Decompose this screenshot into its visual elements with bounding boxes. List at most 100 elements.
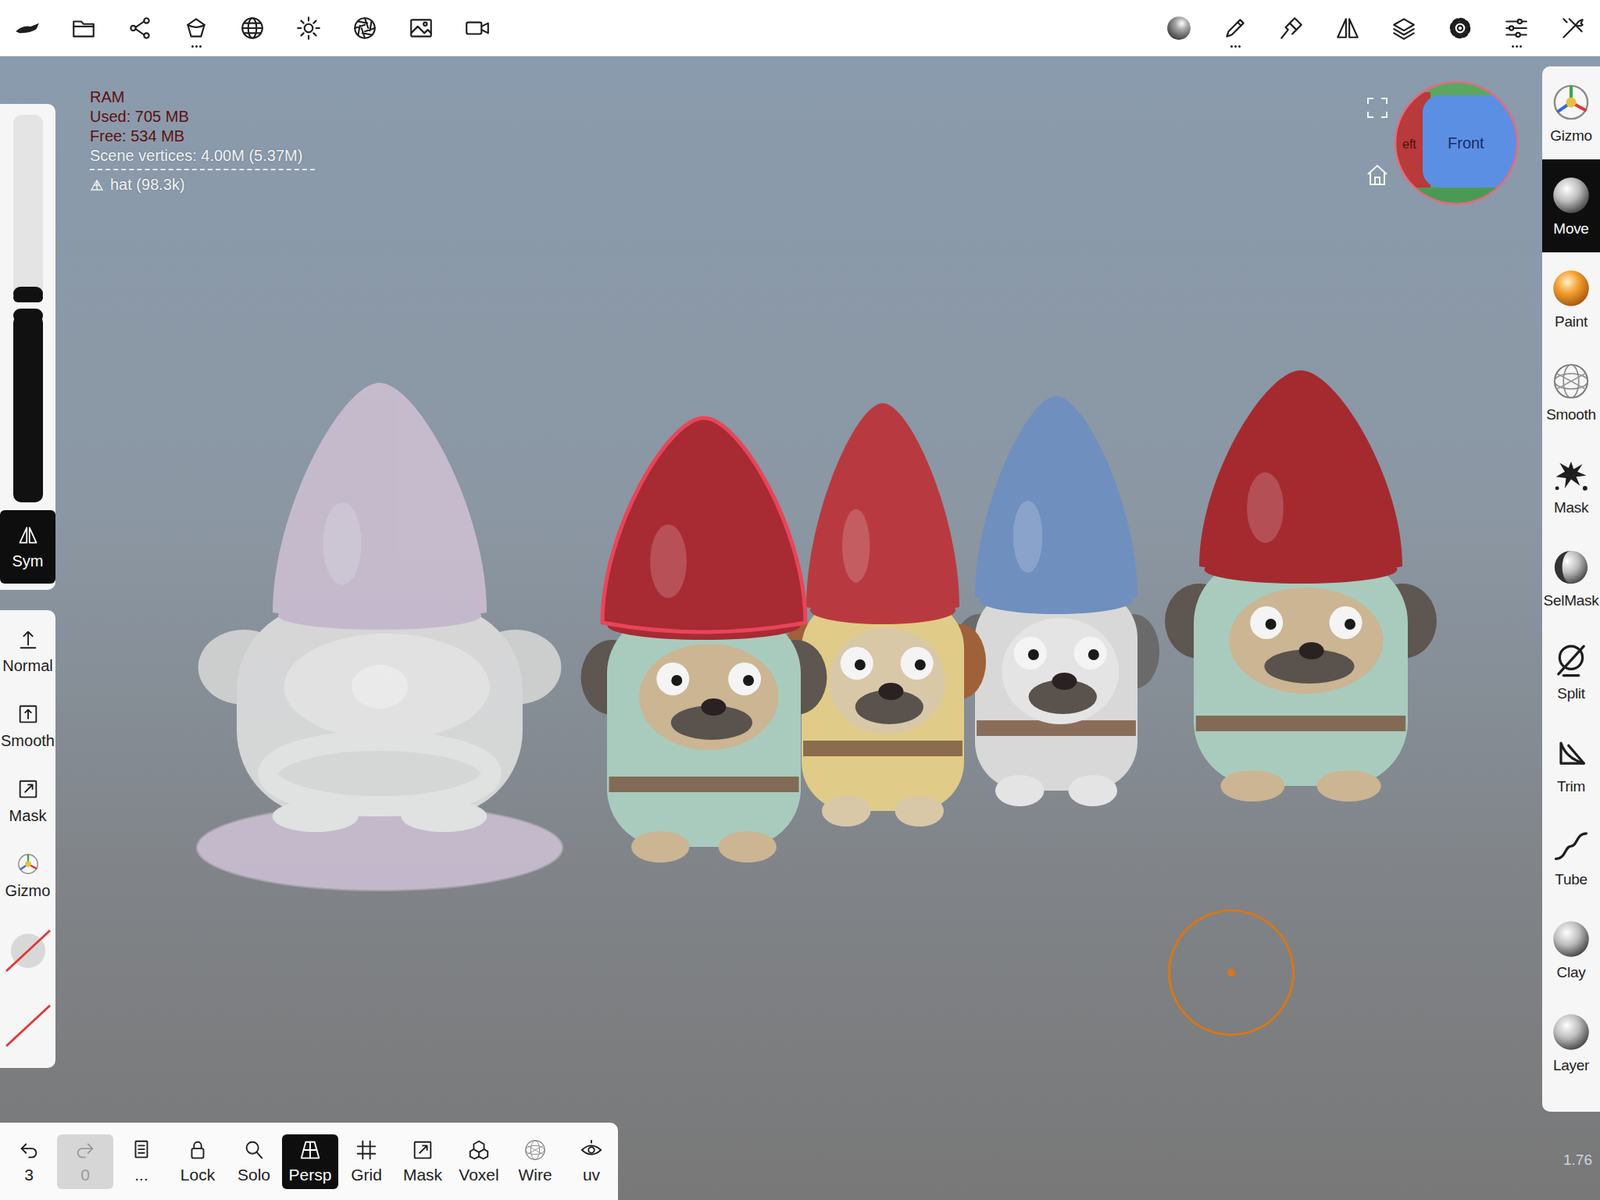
sliders-button[interactable]: [1503, 10, 1530, 47]
front-face-label: Front: [1447, 134, 1485, 152]
left-tool-panel: Normal Smooth Mask Gizmo: [0, 610, 56, 1068]
globe-icon: [239, 14, 266, 42]
solo-button[interactable]: Solo: [225, 1134, 283, 1190]
hat[interactable]: [272, 382, 487, 622]
gizmo-tool[interactable]: Gizmo: [1542, 66, 1600, 160]
sun-button[interactable]: [295, 10, 322, 47]
redo-button[interactable]: 0: [57, 1134, 114, 1190]
bottom-toolbar: 3 0 ... Lock Solo Persp Grid Mask Voxel …: [0, 1122, 618, 1200]
brush-center: [1227, 968, 1236, 977]
selmask-icon: [1550, 546, 1592, 588]
mask-tool[interactable]: Mask: [0, 763, 56, 839]
gear-button[interactable]: [1446, 10, 1474, 47]
aperture-icon: [351, 14, 379, 42]
fullscreen-icon: [1365, 96, 1390, 120]
notes-button[interactable]: ...: [113, 1134, 170, 1190]
uv-button[interactable]: uv: [563, 1134, 620, 1190]
hat[interactable]: [975, 396, 1138, 607]
topo-icon: [182, 14, 210, 42]
mask-button[interactable]: Mask: [394, 1134, 451, 1190]
voxel-button[interactable]: Voxel: [450, 1134, 508, 1190]
folder-button[interactable]: [70, 10, 97, 47]
trim-icon: [1550, 732, 1592, 774]
split-tool[interactable]: Split: [1542, 624, 1600, 718]
color-swatch[interactable]: [0, 913, 56, 989]
normal-tool[interactable]: Normal: [0, 613, 56, 689]
hat[interactable]: [806, 403, 960, 617]
lock-button[interactable]: Lock: [169, 1134, 226, 1190]
top-left-tools: [14, 10, 491, 47]
redo-icon: [73, 1138, 97, 1162]
viewport[interactable]: RAM Used: 705 MB Free: 534 MB Scene vert…: [0, 56, 1600, 1200]
gnome-figure[interactable]: [1164, 370, 1437, 802]
slider-thumb[interactable]: [13, 286, 43, 301]
grid-icon: [354, 1138, 379, 1162]
lock-icon: [185, 1138, 210, 1162]
slider-thumb[interactable]: [13, 308, 43, 323]
wire-button[interactable]: Wire: [507, 1134, 564, 1190]
image-button[interactable]: [407, 10, 435, 47]
sphere-tool[interactable]: Move: [1542, 159, 1600, 253]
layers-icon: [1390, 14, 1418, 42]
hat[interactable]: [1199, 370, 1403, 576]
globe-button[interactable]: [239, 10, 266, 47]
splat-icon: [1550, 453, 1592, 495]
top-right-tools: [1165, 10, 1586, 47]
material-button[interactable]: [1165, 10, 1193, 47]
logo-button[interactable]: [14, 10, 41, 47]
mesh-icon: [89, 178, 104, 193]
gnome-figure[interactable]: [953, 396, 1160, 807]
selmask-tool[interactable]: SelMask: [1542, 531, 1600, 625]
brush-button[interactable]: [1278, 10, 1305, 47]
smooth-tool[interactable]: Smooth: [0, 688, 56, 764]
ram-title: RAM: [89, 87, 315, 108]
video-icon: [464, 14, 491, 42]
sphere-icon: [1550, 918, 1592, 960]
scene-canvas[interactable]: [0, 56, 1600, 1200]
layers-button[interactable]: [1390, 10, 1418, 47]
undo-icon: [17, 1138, 41, 1162]
persp-button[interactable]: Persp: [282, 1134, 339, 1190]
home-icon: [1364, 162, 1390, 188]
navigation-cube[interactable]: eftFront: [1389, 76, 1523, 210]
more-dots: [1229, 45, 1241, 48]
grid-button[interactable]: Grid: [338, 1134, 395, 1190]
home-view-button[interactable]: [1364, 162, 1390, 188]
vertical-slider[interactable]: [13, 114, 43, 303]
slider-fill: [13, 292, 43, 303]
tools-button[interactable]: [1559, 10, 1586, 47]
wire-tool[interactable]: Smooth: [1542, 345, 1600, 439]
empty-swatch-icon: [3, 926, 53, 975]
voxel-icon: [467, 1138, 491, 1162]
undo-button[interactable]: 3: [0, 1134, 58, 1190]
smooth-icon: [16, 702, 40, 726]
uv-icon: [579, 1138, 604, 1162]
paint-tool[interactable]: Paint: [1542, 252, 1600, 346]
topo-button[interactable]: [182, 10, 210, 47]
aperture-button[interactable]: [351, 10, 379, 47]
vertical-slider[interactable]: [13, 314, 43, 503]
split-icon: [1550, 639, 1592, 681]
tube-tool[interactable]: Tube: [1542, 810, 1600, 904]
gnome-figure[interactable]: [779, 403, 986, 827]
material-swatch[interactable]: [0, 988, 56, 1064]
fullscreen-button[interactable]: [1365, 96, 1390, 120]
folder-icon: [70, 14, 97, 42]
splat-tool[interactable]: Mask: [1542, 438, 1600, 532]
active-object[interactable]: hat (98.3k): [89, 175, 315, 195]
pencil-button[interactable]: [1221, 10, 1249, 47]
symmetry-icon: [1334, 14, 1361, 42]
brush-cursor: [1167, 909, 1295, 1036]
symmetry-button[interactable]: Sym: [0, 510, 56, 584]
trim-tool[interactable]: Trim: [1542, 717, 1600, 811]
gnome-figure[interactable]: [581, 417, 828, 863]
sphere-tool[interactable]: Layer: [1542, 996, 1600, 1090]
share-button[interactable]: [126, 10, 154, 47]
symmetry-button[interactable]: [1334, 10, 1361, 47]
sphere-tool[interactable]: Clay: [1542, 903, 1600, 997]
video-button[interactable]: [464, 10, 491, 47]
gear-icon: [1446, 14, 1474, 42]
hat[interactable]: [602, 417, 806, 633]
statue-figure[interactable]: [196, 382, 563, 891]
gizmo-tool[interactable]: Gizmo: [0, 838, 56, 914]
